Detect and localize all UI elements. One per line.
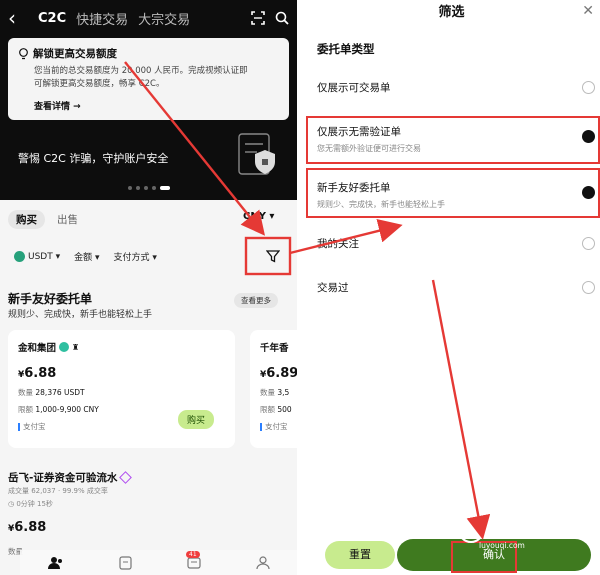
see-more-button[interactable]: 查看更多 <box>234 293 278 308</box>
option-title: 我的关注 <box>317 238 359 250</box>
back-icon[interactable]: ‹ <box>8 6 28 30</box>
carousel-dots <box>0 186 297 190</box>
notification-badge: 41 <box>186 551 200 558</box>
buy-tab[interactable]: 购买 <box>8 210 45 229</box>
merchant-name: 千年香 <box>260 343 289 354</box>
orders-icon[interactable] <box>118 555 132 570</box>
currency-selector[interactable]: CNY ▾ <box>243 211 274 222</box>
quantity-value: 28,376 USDT <box>35 388 85 397</box>
listing-row-title[interactable]: 岳飞-证券资金可验流水 <box>8 470 133 485</box>
sell-tab[interactable]: 出售 <box>51 210 84 229</box>
listing-price-value: 6.88 <box>14 520 47 535</box>
left-screenshot: ‹ C2C 快捷交易 大宗交易 解锁更高交易额度 您当前的总交易额度为 20,0… <box>0 0 297 575</box>
sheet-title: 筛选 <box>438 5 465 20</box>
watermark-url: luyouqi.com <box>479 541 525 550</box>
limit-label: 限额 <box>18 405 33 414</box>
offer-price: 6.89 <box>266 366 297 381</box>
filter-row: USDT ▾ 金额 ▾ 支付方式 ▾ <box>14 250 157 263</box>
offer-price: 6.88 <box>24 366 57 381</box>
listing-area: 购买 出售 CNY ▾ USDT ▾ 金额 ▾ 支付方式 ▾ 新手友好委托单 规… <box>0 200 297 575</box>
scam-warning: 警惕 C2C 诈骗，守护账户安全 <box>18 152 169 165</box>
radio-unchecked-icon[interactable] <box>582 237 595 250</box>
shield-document-icon <box>238 133 275 175</box>
section-title: 新手友好委托单 <box>8 292 93 306</box>
order-type-heading: 委托单类型 <box>317 42 375 56</box>
verified-badge-icon <box>59 342 70 352</box>
profile-icon[interactable] <box>255 555 270 570</box>
reset-button[interactable]: 重置 <box>325 541 395 569</box>
payment-method: 支付宝 <box>265 422 288 431</box>
promo-title: 解锁更高交易额度 <box>33 48 117 60</box>
limit-value: 500 <box>277 405 292 414</box>
highlight-box-beginner <box>306 168 600 218</box>
filter-sheet: 筛选 ✕ 委托单类型 仅展示可交易单 仅展示无需验证单 您无需额外验证便可进行交… <box>303 0 600 575</box>
amount-filter[interactable]: 金额 ▾ <box>74 250 99 263</box>
promo-card[interactable]: 解锁更高交易额度 您当前的总交易额度为 20,000 人民币。完成视频认证即 可… <box>8 38 289 120</box>
payment-filter[interactable]: 支付方式 ▾ <box>114 250 157 263</box>
limit-label: 限额 <box>260 405 275 414</box>
top-dark-area: ‹ C2C 快捷交易 大宗交易 解锁更高交易额度 您当前的总交易额度为 20,0… <box>0 0 297 200</box>
watermark-title: 路由器 <box>479 524 527 540</box>
tab-block-trade[interactable]: 大宗交易 <box>138 9 190 28</box>
coin-filter-label: USDT ▾ <box>28 251 61 262</box>
watermark: 路由器 luyouqi.com <box>479 521 527 550</box>
offer-card-2[interactable]: 千年香 ¥6.89 数量 3,5 限额 500 支付宝 <box>250 330 297 448</box>
listing-time: ◷ 0分钟 15秒 <box>8 500 53 508</box>
search-icon[interactable] <box>275 11 289 25</box>
buy-sell-toggle: 购买 出售 <box>8 210 84 229</box>
diamond-badge-icon <box>119 471 133 484</box>
merchant-name: 金和集团 <box>18 343 57 354</box>
highlight-box-no-verification <box>306 116 600 164</box>
option-following[interactable]: 我的关注 <box>317 236 599 251</box>
promo-body-line1: 您当前的总交易额度为 20,000 人民币。完成视频认证即 <box>34 66 248 76</box>
radio-unchecked-icon[interactable] <box>582 281 595 294</box>
option-tradable-only[interactable]: 仅展示可交易单 <box>317 80 599 95</box>
limit-value: 1,000-9,900 CNY <box>35 405 99 414</box>
top-nav: ‹ C2C 快捷交易 大宗交易 <box>0 0 297 36</box>
users-icon[interactable] <box>47 556 64 570</box>
radio-unchecked-icon[interactable] <box>582 81 595 94</box>
scan-icon[interactable] <box>251 11 265 25</box>
crown-icon: ♜ <box>72 342 80 352</box>
section-subtitle: 规则少、完成快，新手也能轻松上手 <box>8 310 153 320</box>
payment-method: 支付宝 <box>23 422 46 431</box>
promo-body-line2: 可解锁更高交易额度，畅享 C2C。 <box>34 79 165 89</box>
quantity-value: 3,5 <box>277 388 290 397</box>
tab-c2c[interactable]: C2C <box>38 11 66 26</box>
listing-time-value: 0分钟 15秒 <box>16 500 53 508</box>
coin-filter[interactable]: USDT ▾ <box>14 251 60 262</box>
offer-card-1[interactable]: 金和集团 ♜ ¥6.88 数量 28,376 USDT 限额 1,000-9,9… <box>8 330 235 448</box>
promo-details-link[interactable]: 查看详情 → <box>18 99 279 112</box>
option-traded-before[interactable]: 交易过 <box>317 280 599 295</box>
usdt-coin-icon <box>14 251 25 262</box>
listing-merchant-name: 岳飞-证券资金可验流水 <box>8 472 118 484</box>
lightbulb-icon <box>19 47 28 59</box>
close-icon[interactable]: ✕ <box>582 3 594 19</box>
buy-button[interactable]: 购买 <box>178 410 215 429</box>
listing-stats: 成交量 62,037 · 99.9% 成交率 <box>8 487 108 495</box>
option-title: 仅展示可交易单 <box>317 82 391 94</box>
quantity-label: 数量 <box>260 388 275 397</box>
tab-quick-trade[interactable]: 快捷交易 <box>76 9 128 28</box>
option-title: 交易过 <box>317 282 349 294</box>
filter-funnel-icon[interactable] <box>266 249 280 263</box>
bottom-tab-bar <box>20 550 297 575</box>
listing-price: ¥6.88 <box>8 520 46 535</box>
quantity-label: 数量 <box>18 388 33 397</box>
